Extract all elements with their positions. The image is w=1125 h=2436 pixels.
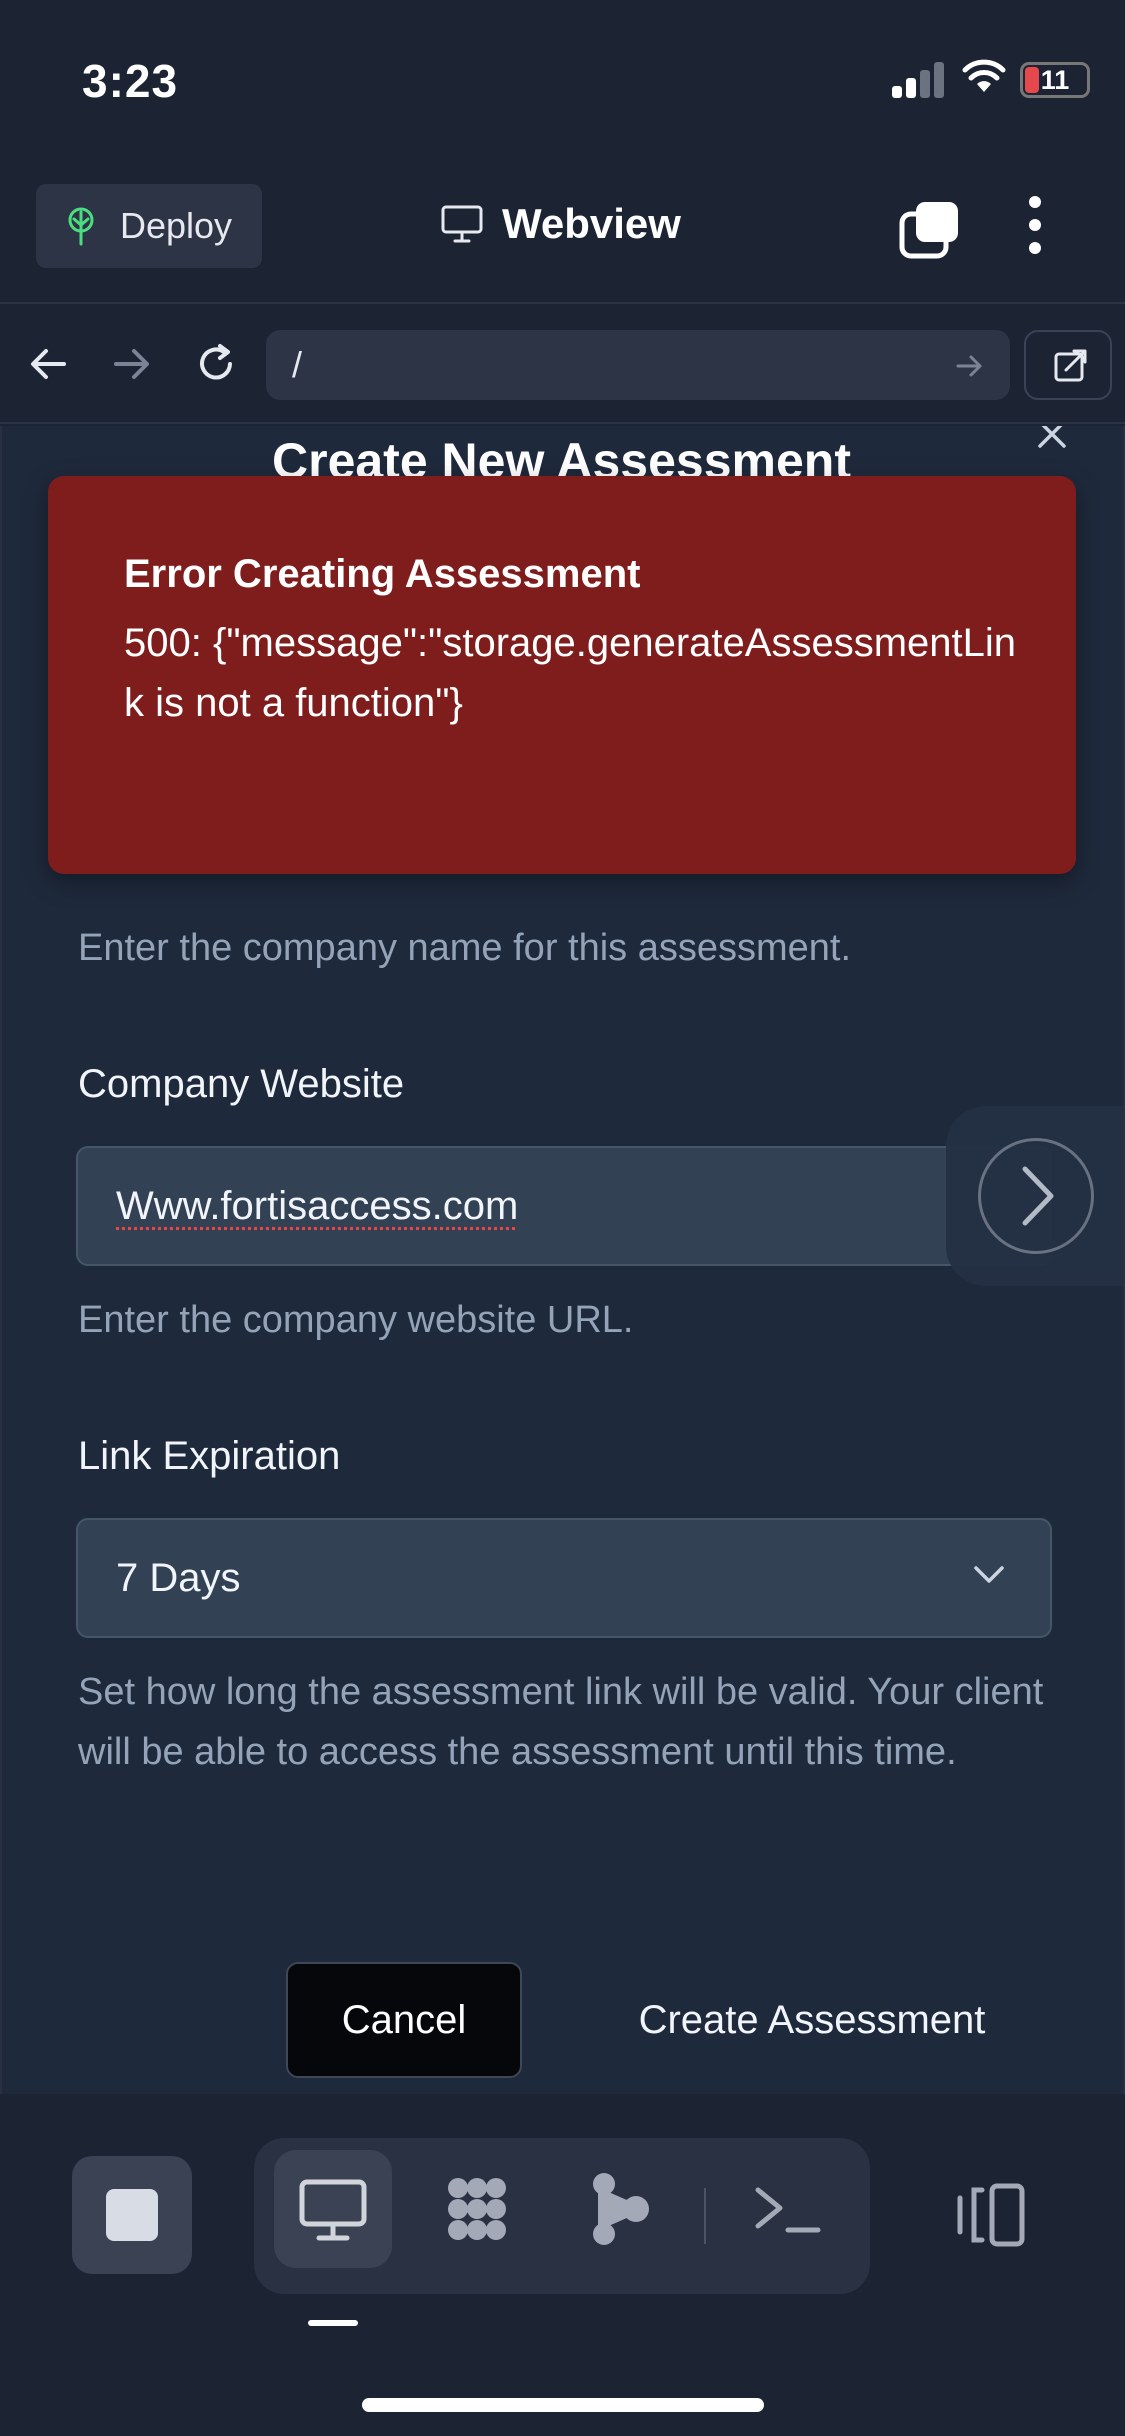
dots-grid-icon bbox=[448, 2178, 506, 2240]
toolbar-divider bbox=[704, 2188, 706, 2244]
active-tab-indicator bbox=[308, 2320, 358, 2326]
git-tab[interactable] bbox=[560, 2150, 678, 2268]
company-website-input[interactable]: Www.fortisaccess.com bbox=[76, 1146, 1052, 1266]
deploy-button[interactable]: Deploy bbox=[36, 184, 262, 268]
terminal-icon bbox=[755, 2187, 821, 2233]
close-icon[interactable] bbox=[1032, 426, 1072, 454]
external-link-icon bbox=[1054, 349, 1087, 382]
url-bar: / bbox=[0, 304, 1125, 424]
toast-title: Error Creating Assessment bbox=[124, 552, 641, 596]
status-bar: 3:23 11 bbox=[0, 0, 1125, 160]
link-expiration-label: Link Expiration bbox=[78, 1434, 341, 1478]
forward-arrow-icon[interactable] bbox=[110, 342, 154, 386]
company-website-help: Enter the company website URL. bbox=[78, 1299, 634, 1341]
app-header: Deploy Webview bbox=[0, 160, 1125, 304]
toast-message: 500: {"message":"storage.generateAssessm… bbox=[124, 621, 1017, 725]
link-expiration-select[interactable]: 7 Days bbox=[76, 1518, 1052, 1638]
status-time: 3:23 bbox=[82, 55, 179, 107]
link-expiration-help: Set how long the assessment link will be… bbox=[78, 1671, 1044, 1773]
go-arrow-icon[interactable] bbox=[955, 352, 985, 380]
reload-icon[interactable] bbox=[194, 342, 238, 386]
cellular-signal-icon bbox=[892, 62, 946, 98]
stop-icon bbox=[106, 2189, 158, 2241]
view-switcher bbox=[254, 2138, 870, 2294]
wifi-icon bbox=[962, 59, 1006, 92]
cancel-button[interactable]: Cancel bbox=[286, 1962, 522, 2078]
floating-next-button[interactable] bbox=[946, 1106, 1123, 1286]
more-options-icon[interactable] bbox=[1020, 196, 1050, 262]
company-website-label: Company Website bbox=[78, 1062, 405, 1106]
deploy-tree-icon bbox=[68, 207, 94, 246]
error-toast[interactable]: Error Creating Assessment 500: {"message… bbox=[48, 476, 1076, 874]
page-title: Webview bbox=[502, 200, 681, 247]
battery-icon: 11 bbox=[1020, 62, 1090, 98]
chevron-right-icon bbox=[1022, 1166, 1054, 1226]
company-website-value: Www.fortisaccess.com bbox=[116, 1184, 519, 1228]
home-indicator bbox=[362, 2398, 764, 2412]
tabs-icon[interactable] bbox=[898, 200, 960, 260]
deploy-label: Deploy bbox=[120, 205, 233, 246]
chevron-down-icon bbox=[974, 1566, 1004, 1583]
webview-tab[interactable] bbox=[274, 2150, 392, 2268]
company-name-help: Enter the company name for this assessme… bbox=[78, 927, 852, 969]
back-arrow-icon[interactable] bbox=[26, 342, 70, 386]
share-nodes-icon bbox=[593, 2173, 649, 2245]
open-external-button[interactable] bbox=[1024, 330, 1112, 400]
create-assessment-button[interactable]: Create Assessment bbox=[592, 1962, 1032, 2078]
monitor-icon bbox=[441, 205, 483, 243]
link-expiration-value: 7 Days bbox=[116, 1556, 241, 1600]
shell-tab[interactable] bbox=[730, 2150, 848, 2268]
bottom-toolbar bbox=[0, 2094, 1125, 2436]
url-input[interactable]: / bbox=[266, 330, 1010, 400]
monitor-icon bbox=[299, 2179, 367, 2241]
webview-title: Webview bbox=[440, 200, 681, 248]
stop-button[interactable] bbox=[72, 2156, 192, 2274]
panel-toggle-icon[interactable] bbox=[956, 2182, 1026, 2248]
battery-level: 11 bbox=[1040, 65, 1070, 95]
workspace-tab[interactable] bbox=[418, 2150, 536, 2268]
